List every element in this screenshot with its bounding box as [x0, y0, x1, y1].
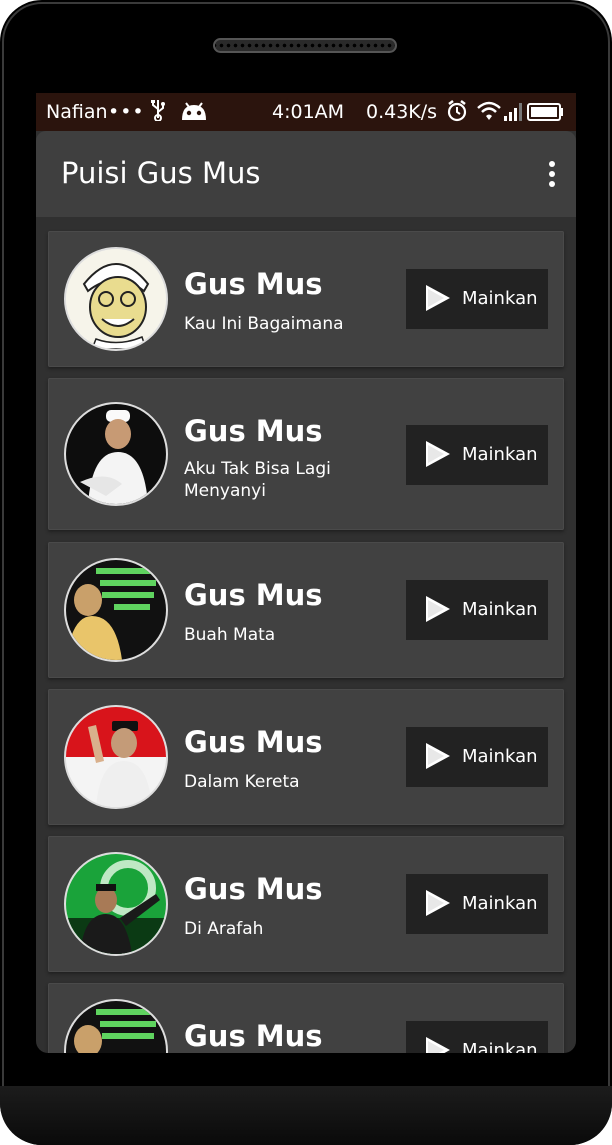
- play-button-label: Mainkan: [462, 1040, 538, 1053]
- avatar: [64, 247, 168, 351]
- item-title: Gus Mus: [184, 414, 323, 448]
- wifi-icon: [477, 101, 501, 120]
- play-button-label: Mainkan: [462, 599, 538, 620]
- clock-time: 4:01AM: [272, 101, 345, 123]
- list-item[interactable]: Gus Mus Aku Tak Bisa Lagi Menyanyi Maink…: [48, 378, 564, 530]
- play-button-label: Mainkan: [462, 746, 538, 767]
- play-button-label: Mainkan: [462, 288, 538, 309]
- item-subtitle: Dalam Kereta: [184, 772, 300, 792]
- play-button-label: Mainkan: [462, 893, 538, 914]
- item-title: Gus Mus: [184, 267, 323, 301]
- play-button[interactable]: Mainkan: [406, 580, 548, 640]
- play-icon: [426, 743, 450, 769]
- notification-dots: •••: [108, 101, 145, 123]
- play-icon: [426, 890, 450, 916]
- play-button[interactable]: Mainkan: [406, 874, 548, 934]
- avatar: [64, 852, 168, 956]
- avatar: [64, 402, 168, 506]
- status-bar: Nafian ••• 4:01AM 0.43K/s: [36, 93, 576, 131]
- play-button[interactable]: Mainkan: [406, 727, 548, 787]
- avatar: [64, 705, 168, 809]
- android-icon: [180, 100, 208, 127]
- app-bar: Puisi Gus Mus: [36, 131, 576, 217]
- avatar: [64, 999, 168, 1053]
- list-item[interactable]: Gus Mus Di Arafah Mainkan: [48, 836, 564, 972]
- signal-icon: [504, 103, 522, 121]
- list-item[interactable]: Gus Mus Mainkan: [48, 983, 564, 1053]
- play-button[interactable]: Mainkan: [406, 1021, 548, 1053]
- speaker-grille: [213, 38, 397, 53]
- avatar: [64, 558, 168, 662]
- list-item[interactable]: Gus Mus Dalam Kereta Mainkan: [48, 689, 564, 825]
- usb-icon: [150, 99, 166, 126]
- item-subtitle: Di Arafah: [184, 919, 264, 939]
- overflow-menu-icon[interactable]: [548, 161, 556, 187]
- play-icon: [426, 1037, 450, 1053]
- item-subtitle: Buah Mata: [184, 625, 276, 645]
- carrier-name: Nafian: [46, 101, 108, 123]
- item-title: Gus Mus: [184, 578, 323, 612]
- play-button[interactable]: Mainkan: [406, 269, 548, 329]
- item-title: Gus Mus: [184, 1019, 323, 1053]
- page-title: Puisi Gus Mus: [61, 156, 261, 190]
- item-title: Gus Mus: [184, 725, 323, 759]
- play-icon: [426, 285, 450, 311]
- network-speed: 0.43K/s: [366, 101, 438, 123]
- phone-frame: Nafian ••• 4:01AM 0.43K/s Puisi Gus Mus …: [0, 0, 612, 1145]
- item-subtitle: Kau Ini Bagaimana: [184, 314, 344, 334]
- list-item[interactable]: Gus Mus Kau Ini Bagaimana Mainkan: [48, 231, 564, 367]
- play-button-label: Mainkan: [462, 444, 538, 465]
- phone-chin: [0, 1086, 612, 1145]
- poem-list[interactable]: Gus Mus Kau Ini Bagaimana Mainkan Gus Mu…: [36, 221, 576, 1053]
- list-item[interactable]: Gus Mus Buah Mata Mainkan: [48, 542, 564, 678]
- alarm-icon: [447, 100, 467, 122]
- item-subtitle: Aku Tak Bisa Lagi Menyanyi: [184, 459, 331, 501]
- battery-icon: [527, 103, 563, 121]
- play-icon: [426, 596, 450, 622]
- play-button[interactable]: Mainkan: [406, 425, 548, 485]
- status-icons: [444, 98, 568, 129]
- play-icon: [426, 441, 450, 467]
- item-title: Gus Mus: [184, 872, 323, 906]
- screen: Nafian ••• 4:01AM 0.43K/s Puisi Gus Mus …: [36, 93, 576, 1053]
